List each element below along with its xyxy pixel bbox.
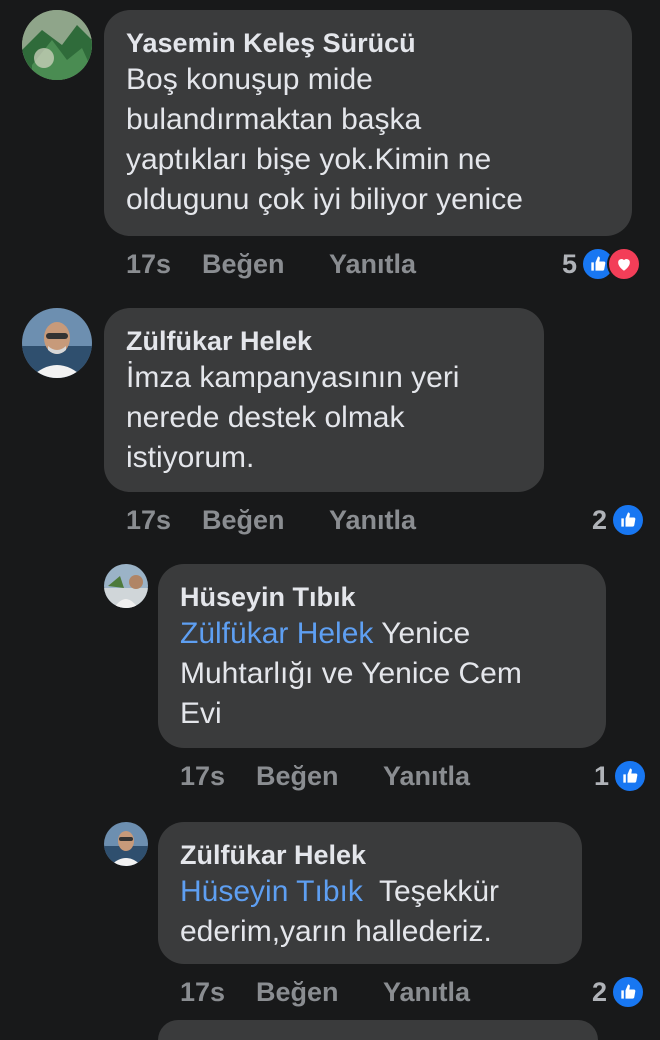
reaction-summary[interactable]: 1 xyxy=(594,758,648,794)
mention-link[interactable]: Zülfükar Helek xyxy=(180,617,373,650)
reaction-summary[interactable]: 5 xyxy=(562,246,642,282)
comment-time[interactable]: 17s xyxy=(180,974,225,1010)
reply-zulfukar: Zülfükar Helek Hüseyin Tıbık Teşekkür ed… xyxy=(0,814,660,1040)
like-icon xyxy=(611,503,646,537)
reaction-count: 5 xyxy=(562,248,578,279)
comment-actions: 17s Beğen Yanıtla xyxy=(180,758,520,794)
comment-actions: 17s Beğen Yanıtla xyxy=(126,246,466,282)
like-button[interactable]: Beğen xyxy=(256,758,339,794)
like-button[interactable]: Beğen xyxy=(256,974,339,1010)
like-button[interactable]: Beğen xyxy=(202,246,285,282)
avatar-image xyxy=(104,564,148,608)
comment-time[interactable]: 17s xyxy=(126,502,171,538)
mention-link[interactable]: Hüseyin Tıbık xyxy=(180,875,363,908)
comment-text: Zülfükar Helek Yenice Muhtarlığı ve Yeni… xyxy=(180,617,522,730)
avatar[interactable] xyxy=(22,308,92,378)
comment-text: Hüseyin Tıbık Teşekkür ederim,yarın hall… xyxy=(180,875,500,948)
reply-button[interactable]: Yanıtla xyxy=(329,246,416,282)
reply-button[interactable]: Yanıtla xyxy=(383,974,470,1010)
comment-zulfukar: Zülfükar Helek İmza kampanyasının yeri n… xyxy=(0,300,660,550)
reaction-count: 1 xyxy=(594,760,610,791)
comment-author[interactable]: Hüseyin Tıbık xyxy=(180,580,584,614)
reply-huseyin: Hüseyin Tıbık Zülfükar Helek Yenice Muht… xyxy=(0,556,660,806)
like-icon xyxy=(613,759,648,793)
reaction-count: 2 xyxy=(592,976,608,1007)
avatar[interactable] xyxy=(22,10,92,80)
comment-time[interactable]: 17s xyxy=(180,758,225,794)
comment-actions: 17s Beğen Yanıtla xyxy=(126,502,466,538)
avatar-image xyxy=(22,308,92,378)
comment-yasemin: Yasemin Keleş Sürücü Boş konuşup mide bu… xyxy=(0,0,660,290)
like-icon xyxy=(611,975,646,1009)
reply-button[interactable]: Yanıtla xyxy=(383,758,470,794)
avatar-image xyxy=(104,822,148,866)
comment-text: İmza kampanyasının yeri nerede destek ol… xyxy=(126,361,460,474)
reaction-count: 2 xyxy=(592,504,608,535)
avatar[interactable] xyxy=(104,822,148,866)
comment-author[interactable]: Yasemin Keleş Sürücü xyxy=(126,26,610,60)
comment-time[interactable]: 17s xyxy=(126,246,171,282)
like-button[interactable]: Beğen xyxy=(202,502,285,538)
reply-button[interactable]: Yanıtla xyxy=(329,502,416,538)
avatar-image xyxy=(22,10,92,80)
reply-bubble[interactable]: Hüseyin Tıbık Zülfükar Helek Yenice Muht… xyxy=(158,564,606,748)
comment-bubble[interactable]: Zülfükar Helek İmza kampanyasının yeri n… xyxy=(104,308,544,492)
avatar[interactable] xyxy=(104,564,148,608)
comment-actions: 17s Beğen Yanıtla xyxy=(180,974,520,1010)
love-icon xyxy=(607,247,642,281)
reply-bubble[interactable]: Zülfükar Helek Hüseyin Tıbık Teşekkür ed… xyxy=(158,822,582,964)
comment-author[interactable]: Zülfükar Helek xyxy=(126,324,522,358)
reaction-summary[interactable]: 2 xyxy=(592,502,646,538)
reaction-summary[interactable]: 2 xyxy=(592,974,646,1010)
comment-author[interactable]: Zülfükar Helek xyxy=(180,838,560,872)
comment-text: Boş konuşup mide bulandırmaktan başka ya… xyxy=(126,63,523,216)
comment-bubble[interactable]: Yasemin Keleş Sürücü Boş konuşup mide bu… xyxy=(104,10,632,236)
next-bubble-edge xyxy=(158,1020,598,1040)
